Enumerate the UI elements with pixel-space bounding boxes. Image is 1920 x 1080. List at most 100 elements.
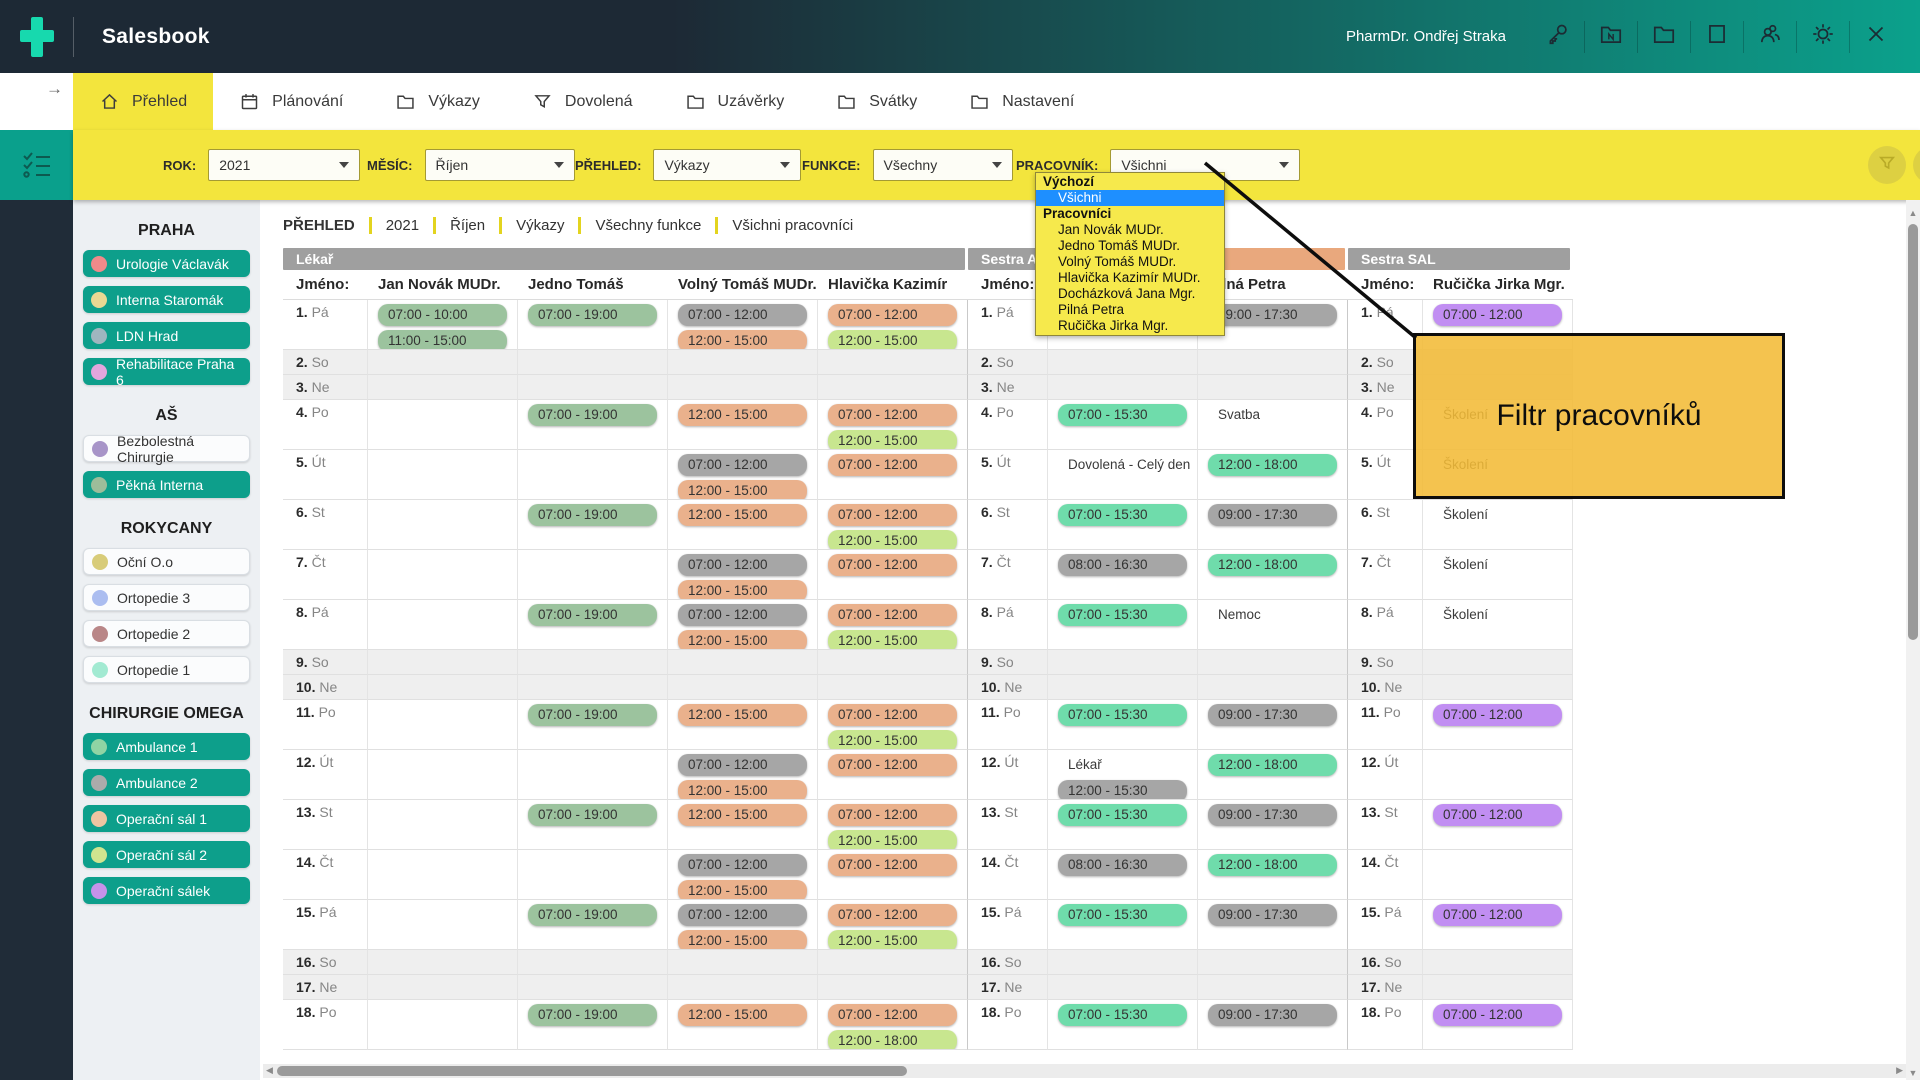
shift-chip[interactable]: 07:00 - 12:00 xyxy=(678,454,807,476)
shift-chip[interactable]: 07:00 - 12:00 xyxy=(678,604,807,626)
sidebar-item[interactable]: Ambulance 2 xyxy=(83,769,250,796)
sidebar-item[interactable]: Operační sálek xyxy=(83,877,250,904)
dropdown-option[interactable]: Ručička Jirka Mgr. xyxy=(1036,318,1224,334)
shift-chip[interactable]: 07:00 - 12:00 xyxy=(828,704,957,726)
sidebar-item[interactable]: Pěkná Interna xyxy=(83,471,250,498)
shift-chip[interactable]: 07:00 - 19:00 xyxy=(528,1004,657,1026)
shift-chip[interactable]: 07:00 - 19:00 xyxy=(528,404,657,426)
shift-chip[interactable]: 12:00 - 15:00 xyxy=(828,930,957,950)
filter-select-měsíc[interactable]: Říjen xyxy=(425,149,575,181)
shift-chip[interactable]: 07:00 - 19:00 xyxy=(528,504,657,526)
shift-chip[interactable]: 07:00 - 12:00 xyxy=(828,754,957,776)
dropdown-option[interactable]: Všichni xyxy=(1036,190,1224,206)
tab-uzávěrky[interactable]: Uzávěrky xyxy=(659,73,811,130)
shift-chip[interactable]: 07:00 - 12:00 xyxy=(678,904,807,926)
sidebar-item[interactable]: LDN Hrad xyxy=(83,322,250,349)
shift-chip[interactable]: 12:00 - 15:00 xyxy=(678,330,807,350)
shift-chip[interactable]: 07:00 - 12:00 xyxy=(1433,1004,1562,1026)
shift-chip[interactable]: 07:00 - 15:30 xyxy=(1058,404,1187,426)
sidebar-item[interactable]: Operační sál 1 xyxy=(83,805,250,832)
gear-button[interactable] xyxy=(1797,20,1849,54)
dropdown-option[interactable]: Pilná Petra xyxy=(1036,302,1224,318)
shift-chip[interactable]: 07:00 - 12:00 xyxy=(1433,304,1562,326)
shift-chip[interactable]: 12:00 - 15:00 xyxy=(678,630,807,650)
shift-chip[interactable]: 07:00 - 12:00 xyxy=(1433,904,1562,926)
sidebar-item[interactable]: Bezbolestná Chirurgie xyxy=(83,435,250,462)
dropdown-option[interactable]: Jan Novák MUDr. xyxy=(1036,222,1224,238)
scroll-left-icon[interactable]: ◀ xyxy=(266,1065,273,1076)
shift-chip[interactable]: 07:00 - 12:00 xyxy=(1433,704,1562,726)
sidebar-item[interactable]: Ambulance 1 xyxy=(83,733,250,760)
sidebar-item[interactable]: Rehabilitace Praha 6 xyxy=(83,358,250,385)
tab-plánování[interactable]: Plánování xyxy=(213,73,369,130)
shift-chip[interactable]: 12:00 - 15:00 xyxy=(678,504,807,526)
shift-chip[interactable]: 07:00 - 19:00 xyxy=(528,304,657,326)
shift-chip[interactable]: 07:00 - 12:00 xyxy=(828,404,957,426)
shift-chip[interactable]: 12:00 - 18:00 xyxy=(1208,454,1337,476)
shift-chip[interactable]: 09:00 - 17:30 xyxy=(1208,704,1337,726)
funnel-button[interactable] xyxy=(1868,146,1906,184)
shift-chip[interactable]: 12:00 - 15:30 xyxy=(1058,780,1187,800)
shift-chip[interactable]: 12:00 - 15:00 xyxy=(678,930,807,950)
shift-chip[interactable]: 09:00 - 17:30 xyxy=(1208,804,1337,826)
tab-výkazy[interactable]: Výkazy xyxy=(369,73,506,130)
shift-chip[interactable]: 12:00 - 15:00 xyxy=(678,804,807,826)
shift-chip[interactable]: 12:00 - 18:00 xyxy=(828,1030,957,1050)
shift-chip[interactable]: 09:00 - 17:30 xyxy=(1208,304,1337,326)
filter-select-funkce[interactable]: Všechny xyxy=(873,149,1013,181)
shift-chip[interactable]: 07:00 - 15:30 xyxy=(1058,804,1187,826)
frame-button[interactable] xyxy=(1691,20,1743,54)
dropdown-option[interactable]: Hlavička Kazimír MUDr. xyxy=(1036,270,1224,286)
shift-chip[interactable]: 09:00 - 17:30 xyxy=(1208,904,1337,926)
shift-chip[interactable]: 12:00 - 15:00 xyxy=(828,830,957,850)
shift-chip[interactable]: 07:00 - 12:00 xyxy=(828,604,957,626)
shift-chip[interactable]: 07:00 - 19:00 xyxy=(528,704,657,726)
shift-chip[interactable]: 07:00 - 15:30 xyxy=(1058,1004,1187,1026)
shift-chip[interactable]: 07:00 - 12:00 xyxy=(828,804,957,826)
shift-chip[interactable]: 12:00 - 15:00 xyxy=(678,480,807,500)
checklist-filter-button[interactable] xyxy=(0,130,73,200)
users-button[interactable] xyxy=(1744,20,1796,54)
shift-chip[interactable]: 12:00 - 18:00 xyxy=(1208,554,1337,576)
scroll-up-icon[interactable]: ▲ xyxy=(1906,208,1920,218)
shift-chip[interactable]: 12:00 - 15:00 xyxy=(678,1004,807,1026)
horizontal-scrollbar[interactable]: ◀ ▶ xyxy=(263,1064,1906,1078)
shift-chip[interactable]: 07:00 - 12:00 xyxy=(678,554,807,576)
tab-nastavení[interactable]: Nastavení xyxy=(943,73,1100,130)
folder-button[interactable] xyxy=(1638,20,1690,54)
shift-chip[interactable]: 09:00 - 17:30 xyxy=(1208,504,1337,526)
shift-chip[interactable]: 08:00 - 16:30 xyxy=(1058,554,1187,576)
shift-chip[interactable]: 07:00 - 19:00 xyxy=(528,604,657,626)
shift-chip[interactable]: 12:00 - 15:00 xyxy=(828,630,957,650)
shift-chip[interactable]: 12:00 - 15:00 xyxy=(678,780,807,800)
filter-select-rok[interactable]: 2021 xyxy=(208,149,360,181)
close-button[interactable] xyxy=(1850,20,1902,54)
shift-chip[interactable]: 07:00 - 12:00 xyxy=(828,1004,957,1026)
dropdown-option[interactable]: Docházková Jana Mgr. xyxy=(1036,286,1224,302)
shift-chip[interactable]: 12:00 - 15:00 xyxy=(828,530,957,550)
shift-chip[interactable]: 11:00 - 15:00 xyxy=(378,330,507,350)
key-button[interactable] xyxy=(1532,20,1584,54)
shift-chip[interactable]: 12:00 - 15:00 xyxy=(828,730,957,750)
collapse-arrow-icon[interactable]: → xyxy=(46,79,63,99)
shift-chip[interactable]: 07:00 - 12:00 xyxy=(828,304,957,326)
dropdown-option[interactable]: Volný Tomáš MUDr. xyxy=(1036,254,1224,270)
sidebar-item[interactable]: Ortopedie 3 xyxy=(83,584,250,611)
shift-chip[interactable]: 07:00 - 15:30 xyxy=(1058,904,1187,926)
shift-chip[interactable]: 09:00 - 17:30 xyxy=(1208,1004,1337,1026)
shift-chip[interactable]: 12:00 - 15:00 xyxy=(828,430,957,450)
scroll-right-icon[interactable]: ▶ xyxy=(1896,1065,1903,1076)
shift-chip[interactable]: 07:00 - 15:30 xyxy=(1058,704,1187,726)
sidebar-item[interactable]: Ortopedie 1 xyxy=(83,656,250,683)
sidebar-item[interactable]: Operační sál 2 xyxy=(83,841,250,868)
shift-chip[interactable]: 07:00 - 12:00 xyxy=(828,454,957,476)
sidebar-item[interactable]: Oční O.o xyxy=(83,548,250,575)
sidebar-item[interactable]: Interna Staromák xyxy=(83,286,250,313)
shift-chip[interactable]: 07:00 - 12:00 xyxy=(678,754,807,776)
shift-chip[interactable]: 07:00 - 12:00 xyxy=(1433,804,1562,826)
shift-chip[interactable]: 08:00 - 16:30 xyxy=(1058,854,1187,876)
shift-chip[interactable]: 07:00 - 19:00 xyxy=(528,904,657,926)
sidebar-item[interactable]: Ortopedie 2 xyxy=(83,620,250,647)
shift-chip[interactable]: 07:00 - 12:00 xyxy=(828,904,957,926)
shift-chip[interactable]: 07:00 - 10:00 xyxy=(378,304,507,326)
